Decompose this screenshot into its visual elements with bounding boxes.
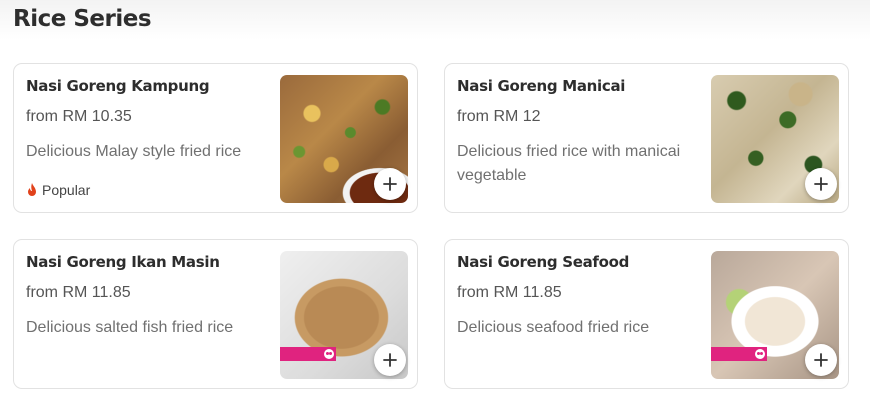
item-price: from RM 11.85 [26,284,131,301]
item-name: Nasi Goreng Manicai [457,77,626,95]
brand-tag [280,347,336,361]
popular-badge: Popular [26,182,90,198]
plus-icon [814,353,828,367]
plus-icon [383,353,397,367]
item-name: Nasi Goreng Kampung [26,77,210,95]
menu-item-card[interactable]: Nasi Goreng Manicai from RM 12 Delicious… [444,63,849,213]
item-description: Delicious Malay style fried rice [26,143,242,160]
add-to-cart-button[interactable] [805,168,837,200]
add-to-cart-button[interactable] [374,344,406,376]
plus-icon [383,177,397,191]
item-price: from RM 12 [457,108,541,125]
item-description: Delicious fried rice with manicai vegeta… [457,143,681,184]
item-price: from RM 10.35 [26,108,132,125]
item-name: Nasi Goreng Ikan Masin [26,253,220,271]
badge-label: Popular [42,182,91,198]
panda-icon [755,349,765,359]
add-to-cart-button[interactable] [374,168,406,200]
add-to-cart-button[interactable] [805,344,837,376]
brand-tag [711,347,767,361]
plus-icon [814,177,828,191]
item-name: Nasi Goreng Seafood [457,253,630,271]
menu-item-card[interactable]: Nasi Goreng Seafood from RM 11.85 Delici… [444,239,849,389]
item-price: from RM 11.85 [457,284,562,301]
section-title: Rice Series [13,6,152,32]
menu-item-card[interactable]: Nasi Goreng Ikan Masin from RM 11.85 Del… [13,239,418,389]
menu-item-card[interactable]: Nasi Goreng Kampung from RM 10.35 Delici… [13,63,418,213]
flame-icon [28,183,36,196]
item-description: Delicious seafood fried rice [457,319,650,336]
panda-icon [324,349,334,359]
item-description: Delicious salted fish fried rice [26,319,234,336]
